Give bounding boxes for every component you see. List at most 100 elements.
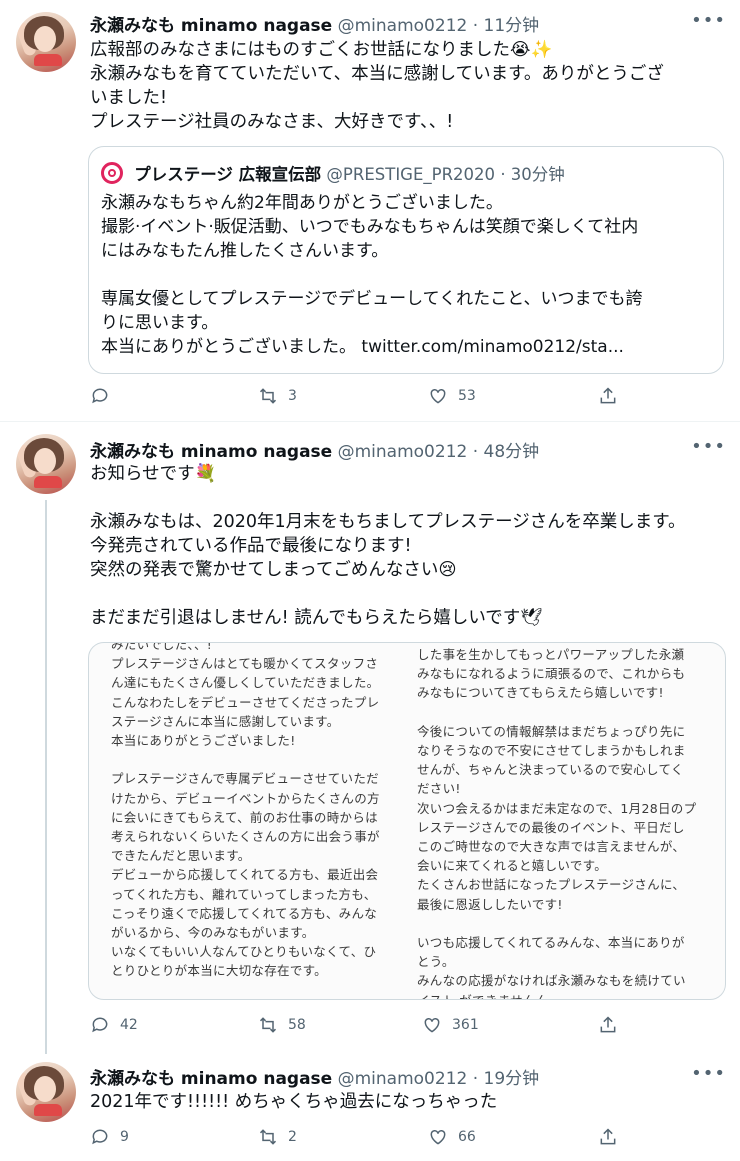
quoted-line: 専属女優としてプレステージでデビューしてくれたこと、いつまでも誇 <box>101 289 643 309</box>
retweet-icon <box>259 1129 277 1145</box>
author-handle[interactable]: @minamo0212 <box>338 442 468 462</box>
quoted-author-name: プレステージ 広報宣伝部 <box>134 165 322 184</box>
letter-line: なりそうなので不安にさせてしまうかもしれま <box>417 743 686 758</box>
tweet-time[interactable]: · 48分钟 <box>473 442 539 462</box>
letter-line: こっそり遠くで応援してくれてる方も、みんな <box>111 905 378 921</box>
tweet-line <box>90 486 726 510</box>
letter-line: プレステージさんはとても暖かくてスタッフさ <box>111 656 379 672</box>
reply-count: 9 <box>120 1129 129 1145</box>
like-count: 66 <box>458 1129 476 1145</box>
share-button[interactable] <box>598 1015 618 1035</box>
tweet-text: 2021年です!!!!!! めちゃくちゃ過去になっちゃった <box>90 1090 726 1114</box>
reply-button[interactable]: 9 <box>90 1127 129 1147</box>
tweet-2[interactable]: 永瀬みなも minamo nagase @minamo0212 · 48分钟 •… <box>0 422 740 1054</box>
author-handle[interactable]: @minamo0212 <box>338 16 468 36</box>
quoted-line <box>101 263 713 287</box>
letter-line: 考えられないくらいたくさんの方に出会う事が <box>111 829 380 845</box>
more-icon[interactable]: ••• <box>691 436 726 457</box>
retweet-button[interactable]: 2 <box>258 1127 297 1147</box>
tweet-header: 永瀬みなも minamo nagase @minamo0212 · 48分钟 <box>90 437 539 462</box>
letter-line: ステージさんに本当に感謝しています。 <box>111 713 340 729</box>
tweet-line: お知らせです💐 <box>90 464 217 484</box>
like-icon <box>430 388 446 404</box>
letter-line: とう。 <box>417 954 455 970</box>
retweet-button[interactable]: 58 <box>258 1015 306 1035</box>
letter-line: ださい! <box>417 781 461 797</box>
share-button[interactable] <box>598 1127 618 1147</box>
tweet-header: 永瀬みなも minamo nagase @minamo0212 · 19分钟 <box>90 1064 539 1089</box>
quoted-line: りに思います。 <box>101 313 219 333</box>
author-name[interactable]: 永瀬みなも minamo nagase <box>90 1069 332 1089</box>
letter-line: 今後についての情報解禁はまだちょっぴり先に <box>417 723 686 739</box>
like-button[interactable]: 53 <box>428 386 476 406</box>
tweet-time[interactable]: · 19分钟 <box>473 1069 539 1089</box>
quoted-tweet-text: 永瀬みなもちゃん約2年間ありがとうございました。 撮影·イベント·販促活動、いつ… <box>101 191 713 359</box>
retweet-count: 58 <box>288 1017 306 1033</box>
letter-line: みんなの応援がなければ永瀬みなもを続けてい <box>417 973 686 989</box>
letter-line: プレステージさんで専属デビューさせていただ <box>111 771 379 787</box>
like-count: 53 <box>458 388 476 404</box>
tweet-line: 広報部のみなさまにはものすごくお世話になりました😭✨ <box>90 40 553 60</box>
quoted-line: 撮影·イベント·販促活動、いつでもみなもちゃんは笑顔で楽しくて社内 <box>101 217 639 237</box>
retweet-count: 2 <box>288 1129 297 1145</box>
letter-line: このご時世なので大きな声では言えませんが、 <box>417 839 686 855</box>
like-icon <box>424 1017 440 1033</box>
tweet-line: 今発売されている作品で最後になります! <box>90 536 412 556</box>
letter-line: いつも応援してくれてるみんな、本当にありが <box>417 935 685 951</box>
letter-line: いなくてもいい人なんてひとりもいなくて、ひ <box>111 944 377 960</box>
like-count: 361 <box>452 1017 479 1033</box>
letter-line: できたんだと思います。 <box>111 848 251 864</box>
tweet-line: 突然の発表で驚かせてしまってごめんなさい😢 <box>90 560 457 580</box>
share-icon <box>600 1128 616 1145</box>
retweet-button[interactable]: 3 <box>258 386 297 406</box>
retweet-icon <box>259 388 277 404</box>
author-handle[interactable]: @minamo0212 <box>338 1069 468 1089</box>
avatar[interactable] <box>16 1062 76 1122</box>
tweet-text: 広報部のみなさまにはものすごくお世話になりました😭✨ 永瀬みなもを育てていただい… <box>90 38 726 134</box>
share-button[interactable] <box>598 386 618 406</box>
like-button[interactable]: 66 <box>428 1127 476 1147</box>
letter-line: みなもになれるように頑張るので、これからも <box>417 666 686 682</box>
letter-line: 次いつ会えるかはまだ未定なので、1月28日のプ <box>417 800 697 816</box>
quoted-author-handle: @PRESTIGE_PR2020 <box>326 165 496 184</box>
letter-line: がいるから、今のみなもがいます。 <box>111 925 315 941</box>
letter-page-left: みたいでした、、! プレステージさんはとても暖かくてスタッフさ ん達にもたくさん… <box>111 642 411 991</box>
brand-logo-icon <box>101 162 123 184</box>
like-icon <box>430 1129 446 1145</box>
letter-line: みたいでした、、! <box>111 642 213 652</box>
tweet-image[interactable]: みたいでした、、! プレステージさんはとても暖かくてスタッフさ ん達にもたくさん… <box>88 642 726 1000</box>
retweet-count: 3 <box>288 388 297 404</box>
author-name[interactable]: 永瀬みなも minamo nagase <box>90 16 332 36</box>
letter-line: 会いに来てくれると嬉しいです。 <box>417 858 608 874</box>
tweet-line: 永瀬みなもを育てていただいて、本当に感謝しています。ありがとうござ <box>90 64 664 84</box>
like-button[interactable]: 361 <box>422 1015 479 1035</box>
tweet-line: いました! <box>90 88 168 108</box>
letter-line: 最後に恩返ししたいです! <box>417 896 563 912</box>
avatar[interactable] <box>16 434 76 494</box>
share-icon <box>600 387 616 404</box>
quoted-line: にはみなもたん推したくさんいます。 <box>101 241 389 261</box>
more-icon[interactable]: ••• <box>691 10 726 31</box>
author-name[interactable]: 永瀬みなも minamo nagase <box>90 442 332 462</box>
quoted-line: 本当にありがとうございました。 twitter.com/minamo0212/s… <box>101 337 624 357</box>
avatar[interactable] <box>16 12 76 72</box>
letter-line: たくさんお世話になったプレステージさんに、 <box>417 877 686 893</box>
reply-icon <box>92 1129 108 1145</box>
tweet-text: お知らせです💐 永瀬みなもは、2020年1月末をもちましてプレステージさんを卒業… <box>90 462 726 630</box>
reply-button[interactable]: 42 <box>90 1015 138 1035</box>
tweet-1[interactable]: 永瀬みなも minamo nagase @minamo0212 · 11分钟 •… <box>0 0 740 420</box>
letter-line: みなもについてきてもらえたら嬉しいです! <box>417 685 664 701</box>
thread-line <box>45 500 47 1054</box>
reply-button[interactable] <box>90 386 120 406</box>
tweet-3[interactable]: 永瀬みなも minamo nagase @minamo0212 · 19分钟 •… <box>0 1050 740 1161</box>
quoted-tweet[interactable]: プレステージ 広報宣伝部 @PRESTIGE_PR2020 · 30分钟 永瀬み… <box>88 146 724 374</box>
letter-line: に会いにきてもらえて、前のお仕事の時からは <box>111 809 378 825</box>
reply-icon <box>92 388 108 404</box>
tweet-line: まだまだ引退はしません! 読んでもらえたら嬉しいです🕊 <box>90 608 543 628</box>
tweet-line: プレステージ社員のみなさま、大好きです、、! <box>90 112 454 132</box>
more-icon[interactable]: ••• <box>691 1063 726 1084</box>
letter-line: とりひとりが本当に大切な存在です。 <box>111 963 327 979</box>
letter-line: ん達にもたくさん優しくしていただきました。 <box>111 675 380 691</box>
tweet-actions: 42 58 361 <box>90 1015 630 1039</box>
tweet-time[interactable]: · 11分钟 <box>473 16 539 36</box>
